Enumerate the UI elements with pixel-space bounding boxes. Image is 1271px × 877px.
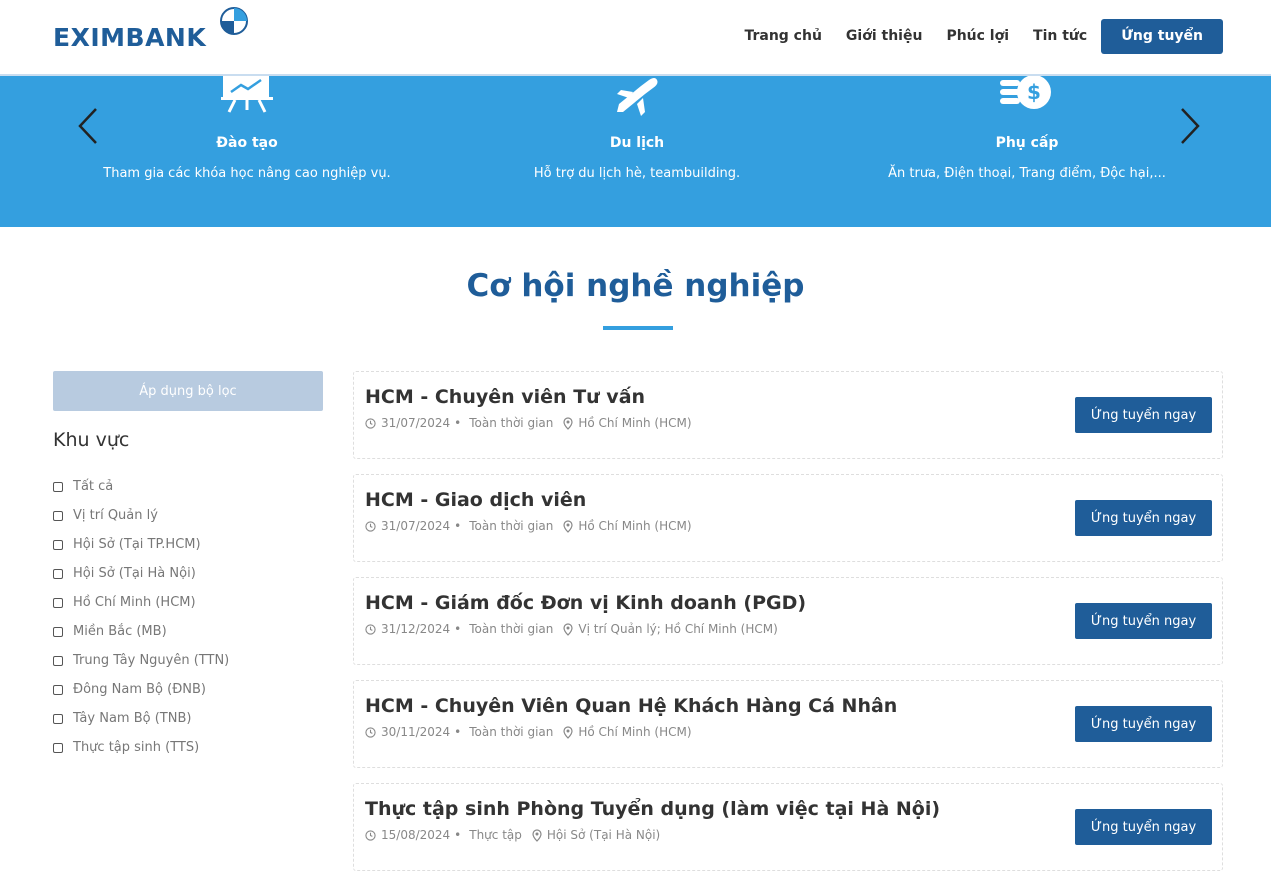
region-option[interactable]: Thực tập sinh (TTS) — [53, 733, 229, 762]
location-pin-icon — [563, 416, 573, 430]
job-card[interactable]: Thực tập sinh Phòng Tuyển dụng (làm việc… — [353, 783, 1223, 871]
apply-now-button[interactable]: Ứng tuyển ngay — [1075, 809, 1212, 845]
clock-icon — [365, 726, 376, 738]
region-option[interactable]: Hồ Chí Minh (HCM) — [53, 588, 229, 617]
job-meta: 30/11/2024 • Toàn thời gian Hồ Chí Minh (… — [365, 725, 692, 739]
benefit-desc: Hỗ trợ du lịch hè, teambuilding. — [533, 166, 741, 181]
benefit-title: Đào tạo — [216, 135, 278, 151]
checkbox-icon[interactable] — [53, 568, 63, 579]
apply-filter-button[interactable]: Áp dụng bộ lọc — [53, 371, 323, 411]
region-option[interactable]: Tất cả — [53, 472, 229, 501]
logo-mark-icon — [220, 7, 248, 35]
location-pin-icon — [532, 828, 542, 842]
svg-text:$: $ — [1027, 80, 1041, 104]
clock-icon — [365, 829, 376, 841]
title-underline — [603, 326, 673, 330]
checkbox-icon[interactable] — [53, 684, 63, 695]
nav-about[interactable]: Giới thiệu — [846, 19, 923, 54]
clock-icon — [365, 520, 376, 532]
job-title[interactable]: HCM - Chuyên viên Tư vấn — [365, 386, 645, 408]
nav-home[interactable]: Trang chủ — [744, 19, 821, 54]
location-pin-icon — [563, 725, 573, 739]
benefit-desc: Ăn trưa, Điện thoại, Trang điểm, Độc hại… — [888, 166, 1166, 181]
checkbox-icon[interactable] — [53, 597, 63, 608]
benefit-title: Du lịch — [609, 135, 665, 151]
checkbox-icon[interactable] — [53, 481, 63, 492]
region-heading: Khu vực — [53, 429, 130, 451]
apply-now-button[interactable]: Ứng tuyển ngay — [1075, 500, 1212, 536]
checkbox-icon[interactable] — [53, 742, 63, 753]
checkbox-icon[interactable] — [53, 510, 63, 521]
job-meta: 31/07/2024 • Toàn thời gian Hồ Chí Minh (… — [365, 519, 692, 533]
apply-now-button[interactable]: Ứng tuyển ngay — [1075, 706, 1212, 742]
job-meta: 31/12/2024 • Toàn thời gian Vị trí Quản l… — [365, 622, 778, 636]
job-title[interactable]: Thực tập sinh Phòng Tuyển dụng (làm việc… — [365, 798, 940, 820]
region-filter-list: Tất cả Vị trí Quản lý Hội Sở (Tại TP.HCM… — [53, 472, 229, 762]
location-pin-icon — [563, 622, 573, 636]
location-pin-icon — [563, 519, 573, 533]
eximbank-logo[interactable]: EXIMBANK — [53, 6, 248, 52]
job-card[interactable]: HCM - Giao dịch viên 31/07/2024 • Toàn th… — [353, 474, 1223, 562]
checkbox-icon[interactable] — [53, 655, 63, 666]
region-option[interactable]: Tây Nam Bộ (TNB) — [53, 704, 229, 733]
job-card[interactable]: HCM - Giám đốc Đơn vị Kinh doanh (PGD) 3… — [353, 577, 1223, 665]
benefit-card-training: Đào tạo Tham gia các khóa học nâng cao n… — [52, 76, 442, 181]
logo-text: EXIMBANK — [53, 23, 207, 52]
training-chart-icon — [221, 76, 273, 113]
apply-now-button[interactable]: Ứng tuyển ngay — [1075, 397, 1212, 433]
page-title: Cơ hội nghề nghiệp — [466, 268, 805, 304]
benefit-card-allowance: $ Phụ cấp Ăn trưa, Điện thoại, Trang điể… — [832, 76, 1222, 181]
checkbox-icon[interactable] — [53, 539, 63, 550]
benefit-card-travel: Du lịch Hỗ trợ du lịch hè, teambuilding. — [442, 76, 832, 181]
nav-news[interactable]: Tin tức — [1033, 19, 1087, 54]
region-option[interactable]: Đông Nam Bộ (ĐNB) — [53, 675, 229, 704]
site-header: EXIMBANK Trang chủ Giới thiệu Phúc lợi T… — [0, 0, 1271, 76]
region-option[interactable]: Hội Sở (Tại Hà Nội) — [53, 559, 229, 588]
job-title[interactable]: HCM - Giám đốc Đơn vị Kinh doanh (PGD) — [365, 592, 806, 614]
header-apply-button[interactable]: Ứng tuyển — [1101, 19, 1223, 54]
job-meta: 31/07/2024 • Toàn thời gian Hồ Chí Minh (… — [365, 416, 692, 430]
airplane-icon — [617, 78, 658, 116]
checkbox-icon[interactable] — [53, 626, 63, 637]
main-nav: Trang chủ Giới thiệu Phúc lợi Tin tức Ứn… — [720, 19, 1223, 54]
job-title[interactable]: HCM - Chuyên Viên Quan Hệ Khách Hàng Cá … — [365, 695, 897, 717]
clock-icon — [365, 623, 376, 635]
job-meta: 15/08/2024 • Thực tập Hội Sở (Tại Hà Nội) — [365, 828, 660, 842]
region-option[interactable]: Hội Sở (Tại TP.HCM) — [53, 530, 229, 559]
nav-benefits[interactable]: Phúc lợi — [946, 19, 1009, 54]
region-option[interactable]: Trung Tây Nguyên (TTN) — [53, 646, 229, 675]
coins-dollar-icon: $ — [1000, 76, 1051, 109]
benefits-carousel: Đào tạo Tham gia các khóa học nâng cao n… — [0, 76, 1271, 227]
region-option[interactable]: Vị trí Quản lý — [53, 501, 229, 530]
clock-icon — [365, 417, 376, 429]
apply-now-button[interactable]: Ứng tuyển ngay — [1075, 603, 1212, 639]
benefit-desc: Tham gia các khóa học nâng cao nghiệp vụ… — [103, 166, 391, 181]
region-option[interactable]: Miền Bắc (MB) — [53, 617, 229, 646]
checkbox-icon[interactable] — [53, 713, 63, 724]
benefit-title: Phụ cấp — [995, 135, 1059, 151]
job-title[interactable]: HCM - Giao dịch viên — [365, 489, 586, 511]
job-card[interactable]: HCM - Chuyên viên Tư vấn 31/07/2024 • Toà… — [353, 371, 1223, 459]
job-card[interactable]: HCM - Chuyên Viên Quan Hệ Khách Hàng Cá … — [353, 680, 1223, 768]
